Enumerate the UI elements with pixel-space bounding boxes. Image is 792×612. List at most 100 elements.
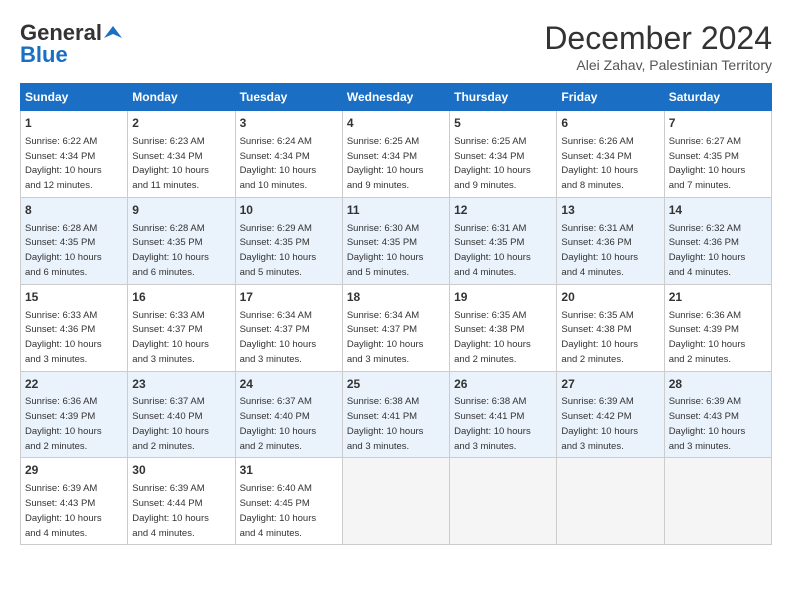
day-number: 8: [25, 202, 123, 219]
empty-cell: [450, 458, 557, 545]
day-info: Sunrise: 6:36 AM Sunset: 4:39 PM Dayligh…: [669, 310, 746, 365]
day-cell-11: 11 Sunrise: 6:30 AM Sunset: 4:35 PM Dayli…: [342, 197, 449, 284]
day-number: 6: [561, 115, 659, 132]
logo-blue: Blue: [20, 42, 68, 68]
calendar-table: SundayMondayTuesdayWednesdayThursdayFrid…: [20, 83, 772, 545]
day-info: Sunrise: 6:34 AM Sunset: 4:37 PM Dayligh…: [240, 310, 317, 365]
day-number: 25: [347, 376, 445, 393]
day-number: 16: [132, 289, 230, 306]
day-info: Sunrise: 6:31 AM Sunset: 4:36 PM Dayligh…: [561, 223, 638, 278]
day-number: 31: [240, 462, 338, 479]
day-number: 27: [561, 376, 659, 393]
day-cell-2: 2Sunrise: 6:23 AM Sunset: 4:34 PM Daylig…: [128, 111, 235, 198]
day-number: 2: [132, 115, 230, 132]
day-info: Sunrise: 6:29 AM Sunset: 4:35 PM Dayligh…: [240, 223, 317, 278]
calendar-row: 29Sunrise: 6:39 AM Sunset: 4:43 PM Dayli…: [21, 458, 772, 545]
day-info: Sunrise: 6:28 AM Sunset: 4:35 PM Dayligh…: [132, 223, 209, 278]
day-info: Sunrise: 6:39 AM Sunset: 4:43 PM Dayligh…: [25, 483, 102, 538]
day-cell-31: 31 Sunrise: 6:40 AM Sunset: 4:45 PM Dayli…: [235, 458, 342, 545]
col-header-friday: Friday: [557, 84, 664, 111]
day-info: Sunrise: 6:28 AM Sunset: 4:35 PM Dayligh…: [25, 223, 102, 278]
day-number: 18: [347, 289, 445, 306]
day-cell-17: 17Sunrise: 6:34 AM Sunset: 4:37 PM Dayli…: [235, 284, 342, 371]
day-number: 15: [25, 289, 123, 306]
day-cell-18: 18 Sunrise: 6:34 AM Sunset: 4:37 PM Dayli…: [342, 284, 449, 371]
day-info: Sunrise: 6:22 AM Sunset: 4:34 PM Dayligh…: [25, 136, 102, 191]
day-cell-7: 7 Sunrise: 6:27 AM Sunset: 4:35 PM Daylig…: [664, 111, 771, 198]
day-number: 11: [347, 202, 445, 219]
day-info: Sunrise: 6:30 AM Sunset: 4:35 PM Dayligh…: [347, 223, 424, 278]
empty-cell: [342, 458, 449, 545]
day-number: 4: [347, 115, 445, 132]
day-number: 9: [132, 202, 230, 219]
day-cell-15: 15 Sunrise: 6:33 AM Sunset: 4:36 PM Dayli…: [21, 284, 128, 371]
col-header-thursday: Thursday: [450, 84, 557, 111]
day-cell-10: 10 Sunrise: 6:29 AM Sunset: 4:35 PM Dayli…: [235, 197, 342, 284]
day-info: Sunrise: 6:37 AM Sunset: 4:40 PM Dayligh…: [240, 396, 317, 451]
day-info: Sunrise: 6:25 AM Sunset: 4:34 PM Dayligh…: [347, 136, 424, 191]
day-number: 28: [669, 376, 767, 393]
day-info: Sunrise: 6:36 AM Sunset: 4:39 PM Dayligh…: [25, 396, 102, 451]
day-number: 14: [669, 202, 767, 219]
day-number: 23: [132, 376, 230, 393]
day-cell-16: 16 Sunrise: 6:33 AM Sunset: 4:37 PM Dayli…: [128, 284, 235, 371]
day-info: Sunrise: 6:37 AM Sunset: 4:40 PM Dayligh…: [132, 396, 209, 451]
day-info: Sunrise: 6:38 AM Sunset: 4:41 PM Dayligh…: [347, 396, 424, 451]
empty-cell: [557, 458, 664, 545]
logo-bird-icon: [104, 24, 122, 42]
header-row: SundayMondayTuesdayWednesdayThursdayFrid…: [21, 84, 772, 111]
day-info: Sunrise: 6:31 AM Sunset: 4:35 PM Dayligh…: [454, 223, 531, 278]
day-cell-6: 6Sunrise: 6:26 AM Sunset: 4:34 PM Daylig…: [557, 111, 664, 198]
month-title: December 2024: [544, 20, 772, 57]
day-number: 30: [132, 462, 230, 479]
day-cell-13: 13 Sunrise: 6:31 AM Sunset: 4:36 PM Dayli…: [557, 197, 664, 284]
calendar-row: 1Sunrise: 6:22 AM Sunset: 4:34 PM Daylig…: [21, 111, 772, 198]
day-info: Sunrise: 6:34 AM Sunset: 4:37 PM Dayligh…: [347, 310, 424, 365]
day-number: 7: [669, 115, 767, 132]
col-header-wednesday: Wednesday: [342, 84, 449, 111]
day-number: 19: [454, 289, 552, 306]
day-cell-26: 26 Sunrise: 6:38 AM Sunset: 4:41 PM Dayli…: [450, 371, 557, 458]
day-info: Sunrise: 6:27 AM Sunset: 4:35 PM Dayligh…: [669, 136, 746, 191]
col-header-saturday: Saturday: [664, 84, 771, 111]
day-cell-3: 3Sunrise: 6:24 AM Sunset: 4:34 PM Daylig…: [235, 111, 342, 198]
col-header-tuesday: Tuesday: [235, 84, 342, 111]
location: Alei Zahav, Palestinian Territory: [544, 57, 772, 73]
day-info: Sunrise: 6:25 AM Sunset: 4:34 PM Dayligh…: [454, 136, 531, 191]
day-number: 21: [669, 289, 767, 306]
day-number: 13: [561, 202, 659, 219]
day-info: Sunrise: 6:32 AM Sunset: 4:36 PM Dayligh…: [669, 223, 746, 278]
day-number: 3: [240, 115, 338, 132]
day-number: 12: [454, 202, 552, 219]
day-info: Sunrise: 6:38 AM Sunset: 4:41 PM Dayligh…: [454, 396, 531, 451]
day-cell-27: 27 Sunrise: 6:39 AM Sunset: 4:42 PM Dayli…: [557, 371, 664, 458]
day-info: Sunrise: 6:33 AM Sunset: 4:37 PM Dayligh…: [132, 310, 209, 365]
calendar-row: 15 Sunrise: 6:33 AM Sunset: 4:36 PM Dayli…: [21, 284, 772, 371]
day-cell-30: 30Sunrise: 6:39 AM Sunset: 4:44 PM Dayli…: [128, 458, 235, 545]
day-cell-21: 21 Sunrise: 6:36 AM Sunset: 4:39 PM Dayli…: [664, 284, 771, 371]
day-cell-20: 20Sunrise: 6:35 AM Sunset: 4:38 PM Dayli…: [557, 284, 664, 371]
day-cell-12: 12 Sunrise: 6:31 AM Sunset: 4:35 PM Dayli…: [450, 197, 557, 284]
day-cell-25: 25 Sunrise: 6:38 AM Sunset: 4:41 PM Dayli…: [342, 371, 449, 458]
day-info: Sunrise: 6:40 AM Sunset: 4:45 PM Dayligh…: [240, 483, 317, 538]
day-info: Sunrise: 6:33 AM Sunset: 4:36 PM Dayligh…: [25, 310, 102, 365]
title-section: December 2024 Alei Zahav, Palestinian Te…: [544, 20, 772, 73]
day-cell-28: 28 Sunrise: 6:39 AM Sunset: 4:43 PM Dayli…: [664, 371, 771, 458]
col-header-monday: Monday: [128, 84, 235, 111]
day-cell-4: 4 Sunrise: 6:25 AM Sunset: 4:34 PM Daylig…: [342, 111, 449, 198]
day-cell-24: 24 Sunrise: 6:37 AM Sunset: 4:40 PM Dayli…: [235, 371, 342, 458]
day-cell-29: 29Sunrise: 6:39 AM Sunset: 4:43 PM Dayli…: [21, 458, 128, 545]
col-header-sunday: Sunday: [21, 84, 128, 111]
day-info: Sunrise: 6:39 AM Sunset: 4:42 PM Dayligh…: [561, 396, 638, 451]
day-cell-8: 8 Sunrise: 6:28 AM Sunset: 4:35 PM Daylig…: [21, 197, 128, 284]
day-number: 10: [240, 202, 338, 219]
day-info: Sunrise: 6:39 AM Sunset: 4:43 PM Dayligh…: [669, 396, 746, 451]
day-cell-22: 22Sunrise: 6:36 AM Sunset: 4:39 PM Dayli…: [21, 371, 128, 458]
page-header: General Blue December 2024 Alei Zahav, P…: [20, 20, 772, 73]
day-number: 24: [240, 376, 338, 393]
day-cell-9: 9 Sunrise: 6:28 AM Sunset: 4:35 PM Daylig…: [128, 197, 235, 284]
day-number: 26: [454, 376, 552, 393]
day-number: 5: [454, 115, 552, 132]
day-info: Sunrise: 6:35 AM Sunset: 4:38 PM Dayligh…: [454, 310, 531, 365]
calendar-row: 22Sunrise: 6:36 AM Sunset: 4:39 PM Dayli…: [21, 371, 772, 458]
